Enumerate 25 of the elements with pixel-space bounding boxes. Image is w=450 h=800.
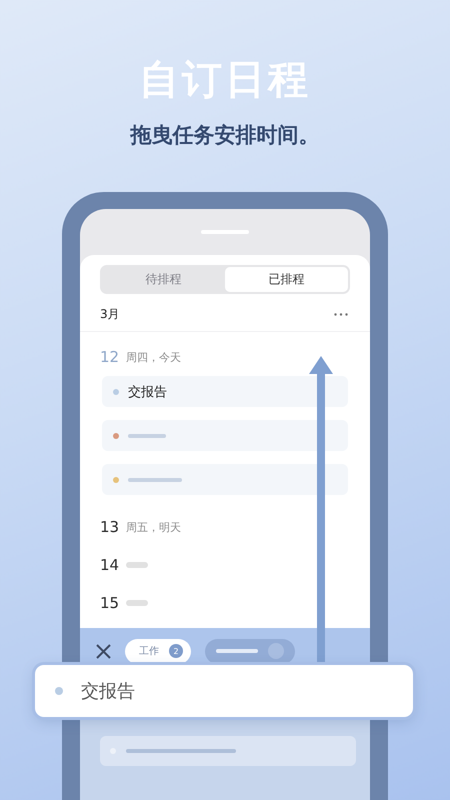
- task-card[interactable]: [102, 420, 348, 451]
- day-number: 15: [100, 594, 118, 612]
- task-card[interactable]: 交报告: [102, 376, 348, 407]
- day-number: 12: [100, 348, 118, 366]
- chip-label: 工作: [139, 645, 159, 658]
- task-title: 交报告: [81, 680, 135, 703]
- placeholder-line: [128, 478, 182, 482]
- day-number: 13: [100, 518, 118, 536]
- month-label: 3月: [100, 306, 120, 323]
- day-label: 周五，明天: [126, 520, 181, 534]
- close-icon[interactable]: [96, 644, 111, 658]
- tab[interactable]: 已排程: [225, 267, 348, 292]
- placeholder-line: [216, 649, 258, 653]
- toggle-knob: [268, 643, 284, 659]
- more-icon[interactable]: [334, 313, 348, 316]
- task-title: 交报告: [128, 384, 167, 400]
- task-card[interactable]: [102, 464, 348, 495]
- count-badge: 2: [169, 644, 183, 658]
- day-label: 周四，今天: [126, 350, 181, 364]
- subtitle: 拖曳任务安排时间。: [130, 122, 320, 149]
- dragged-task-card[interactable]: 交报告: [35, 665, 413, 717]
- placeholder-line: [128, 434, 166, 438]
- toggle-pill[interactable]: [205, 638, 295, 664]
- arrow-icon: [309, 356, 333, 664]
- day-number: 14: [100, 556, 118, 574]
